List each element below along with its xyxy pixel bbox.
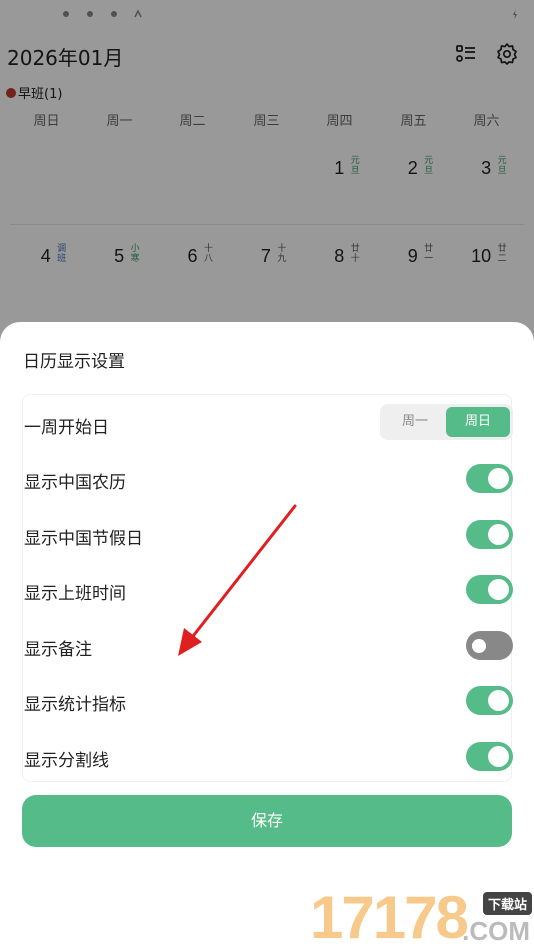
- setting-label: 显示统计指标: [24, 695, 126, 715]
- setting-row-lunar: 显示中国农历: [23, 456, 513, 500]
- setting-row-holidays: 显示中国节假日: [23, 512, 513, 556]
- setting-row-statistics: 显示统计指标: [23, 678, 513, 722]
- site-watermark: 17178 下载站 .COM: [310, 886, 534, 950]
- week-start-option-sunday[interactable]: 周日: [446, 407, 510, 437]
- setting-row-work-time: 显示上班时间: [23, 567, 513, 611]
- calendar-display-settings-sheet: 日历显示设置 一周开始日 周一 周日 显示中国农历 显示中国节假日 显示上班时间…: [0, 322, 534, 950]
- setting-row-divider: 显示分割线: [23, 734, 513, 778]
- toggle-knob: [488, 579, 509, 600]
- toggle-knob: [488, 746, 509, 767]
- save-button[interactable]: 保存: [22, 795, 512, 847]
- sheet-title: 日历显示设置: [23, 352, 125, 372]
- holidays-toggle[interactable]: [466, 520, 513, 549]
- divider-toggle[interactable]: [466, 742, 513, 771]
- setting-label: 显示中国节假日: [24, 529, 143, 549]
- week-start-option-monday[interactable]: 周一: [383, 407, 447, 437]
- setting-label: 显示上班时间: [24, 584, 126, 604]
- watermark-suffix: .COM: [462, 916, 530, 946]
- setting-label: 显示分割线: [24, 751, 109, 771]
- lunar-toggle[interactable]: [466, 464, 513, 493]
- week-start-segmented-control: 周一 周日: [380, 404, 513, 440]
- setting-label: 显示中国农历: [24, 473, 126, 493]
- setting-row-week-start: 一周开始日 周一 周日: [23, 401, 513, 445]
- setting-row-notes: 显示备注: [23, 623, 513, 667]
- watermark-tag: 下载站: [482, 892, 532, 915]
- notes-toggle[interactable]: [466, 631, 513, 660]
- settings-list: 一周开始日 周一 周日 显示中国农历 显示中国节假日 显示上班时间 显示备注 显…: [22, 394, 513, 782]
- toggle-knob: [472, 638, 486, 653]
- setting-label: 显示备注: [24, 640, 92, 660]
- toggle-knob: [488, 690, 509, 711]
- toggle-knob: [488, 468, 509, 489]
- statistics-toggle[interactable]: [466, 686, 513, 715]
- work-time-toggle[interactable]: [466, 575, 513, 604]
- watermark-number: 17178: [310, 884, 469, 950]
- setting-label: 一周开始日: [24, 418, 109, 438]
- toggle-knob: [488, 524, 509, 545]
